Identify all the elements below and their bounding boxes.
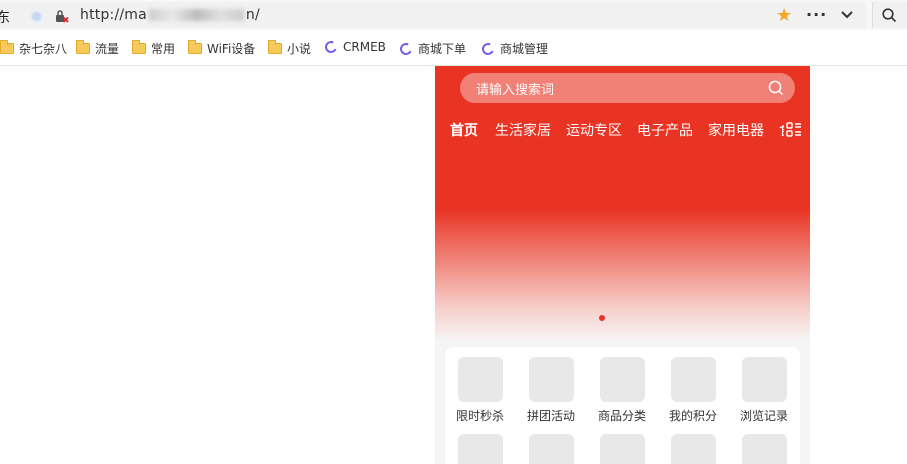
menu-label: 商品分类 — [597, 409, 646, 423]
menu-item-history[interactable]: 浏览记录 — [734, 357, 794, 424]
menu-label: 浏览记录 — [739, 409, 788, 423]
bookmark-site[interactable]: 商城下单 — [398, 40, 467, 57]
menu-item-row2[interactable] — [734, 434, 794, 464]
folder-icon — [132, 40, 146, 54]
url-prefix: http://ma — [80, 7, 147, 23]
menu-image-placeholder — [670, 357, 716, 402]
tab-electronics[interactable]: 电子产品 — [637, 120, 693, 140]
menu-image-placeholder — [457, 357, 503, 402]
menu-item-row2[interactable] — [592, 434, 652, 464]
crmeb-logo-icon — [398, 40, 414, 57]
url-text[interactable]: http://ma n/ — [80, 7, 260, 23]
menu-item-row2[interactable] — [663, 434, 723, 464]
bookmark-label: 杂七杂八 — [19, 42, 68, 56]
crmeb-logo-icon — [480, 40, 496, 57]
url-redacted — [148, 9, 244, 21]
bookmark-site[interactable]: CRMEB — [323, 39, 386, 55]
menu-label: 限时秒杀 — [455, 409, 504, 423]
menu-image-placeholder — [599, 434, 645, 464]
bookmark-label: WiFi设备 — [207, 42, 256, 56]
menu-item-categories[interactable]: 商品分类 — [592, 357, 652, 424]
address-bar[interactable]: 东 http://ma n/ ★ ··· — [0, 2, 866, 28]
menu-image-placeholder — [741, 357, 787, 402]
carousel-indicator[interactable] — [599, 315, 605, 321]
bookmark-label: CRMEB — [343, 40, 386, 54]
browser-search-button[interactable] — [872, 2, 907, 28]
browser-toolbar: 东 http://ma n/ ★ ··· — [0, 0, 907, 30]
bookmark-folder[interactable]: 常用 — [132, 40, 175, 57]
bookmark-folder[interactable]: 小说 — [268, 40, 311, 57]
search-input[interactable]: 请输入搜索词 — [460, 73, 795, 103]
bookmark-site[interactable]: 商城管理 — [480, 40, 549, 57]
menu-item-flash-sale[interactable]: 限时秒杀 — [450, 357, 510, 424]
folder-icon — [0, 40, 14, 54]
bookmark-folder[interactable]: 流量 — [76, 40, 119, 57]
quick-menu: 限时秒杀 拼团活动 商品分类 我的积分 浏览记录 — [445, 347, 800, 464]
crmeb-logo-icon — [323, 39, 339, 55]
folder-icon — [188, 40, 202, 54]
category-grid-icon[interactable] — [786, 122, 802, 138]
bookmarks-bar: 杂七杂八 流量 常用 WiFi设备 小说 CRMEB 商城下单 商城管理 — [0, 30, 907, 66]
bookmark-label: 小说 — [287, 42, 312, 56]
menu-label: 拼团活动 — [526, 409, 575, 423]
menu-item-group-buy[interactable]: 拼团活动 — [521, 357, 581, 424]
menu-item-row2[interactable] — [450, 434, 510, 464]
chevron-down-icon[interactable] — [840, 8, 854, 22]
menu-image-placeholder — [741, 434, 787, 464]
folder-icon — [76, 40, 90, 54]
search-icon[interactable] — [768, 80, 784, 96]
menu-image-placeholder — [599, 357, 645, 402]
tab-appliances[interactable]: 家用电器 — [708, 120, 764, 140]
edge-char: 东 — [0, 10, 10, 26]
bookmark-label: 流量 — [95, 42, 120, 56]
insecure-lock-icon[interactable] — [55, 9, 69, 23]
tab-sports[interactable]: 运动专区 — [566, 120, 622, 140]
menu-item-points[interactable]: 我的积分 — [663, 357, 723, 424]
folder-icon — [268, 40, 282, 54]
menu-image-placeholder — [528, 357, 574, 402]
menu-image-placeholder — [457, 434, 503, 464]
more-icon[interactable]: ··· — [806, 5, 827, 24]
hero-banner[interactable]: 请输入搜索词 首页 生活家居 运动专区 电子产品 家用电器 食品 — [435, 66, 810, 341]
tab-food[interactable]: 食品 — [779, 120, 784, 140]
tab-home[interactable]: 首页 — [450, 120, 478, 140]
bookmark-label: 商城管理 — [500, 42, 549, 56]
menu-label: 我的积分 — [668, 409, 717, 423]
bookmark-label: 商城下单 — [418, 42, 467, 56]
bookmark-label: 常用 — [151, 42, 176, 56]
bookmark-folder[interactable]: WiFi设备 — [188, 40, 255, 57]
site-icon — [30, 10, 43, 23]
bookmark-folder[interactable]: 杂七杂八 — [0, 40, 67, 57]
url-suffix: n/ — [245, 7, 260, 23]
mobile-app-view: 请输入搜索词 首页 生活家居 运动专区 电子产品 家用电器 食品 限时秒杀 — [435, 66, 810, 464]
menu-image-placeholder — [670, 434, 716, 464]
menu-item-row2[interactable] — [521, 434, 581, 464]
tab-home-living[interactable]: 生活家居 — [495, 120, 551, 140]
search-placeholder: 请输入搜索词 — [476, 83, 555, 98]
star-icon[interactable]: ★ — [776, 7, 792, 25]
menu-image-placeholder — [528, 434, 574, 464]
search-icon — [882, 8, 897, 23]
